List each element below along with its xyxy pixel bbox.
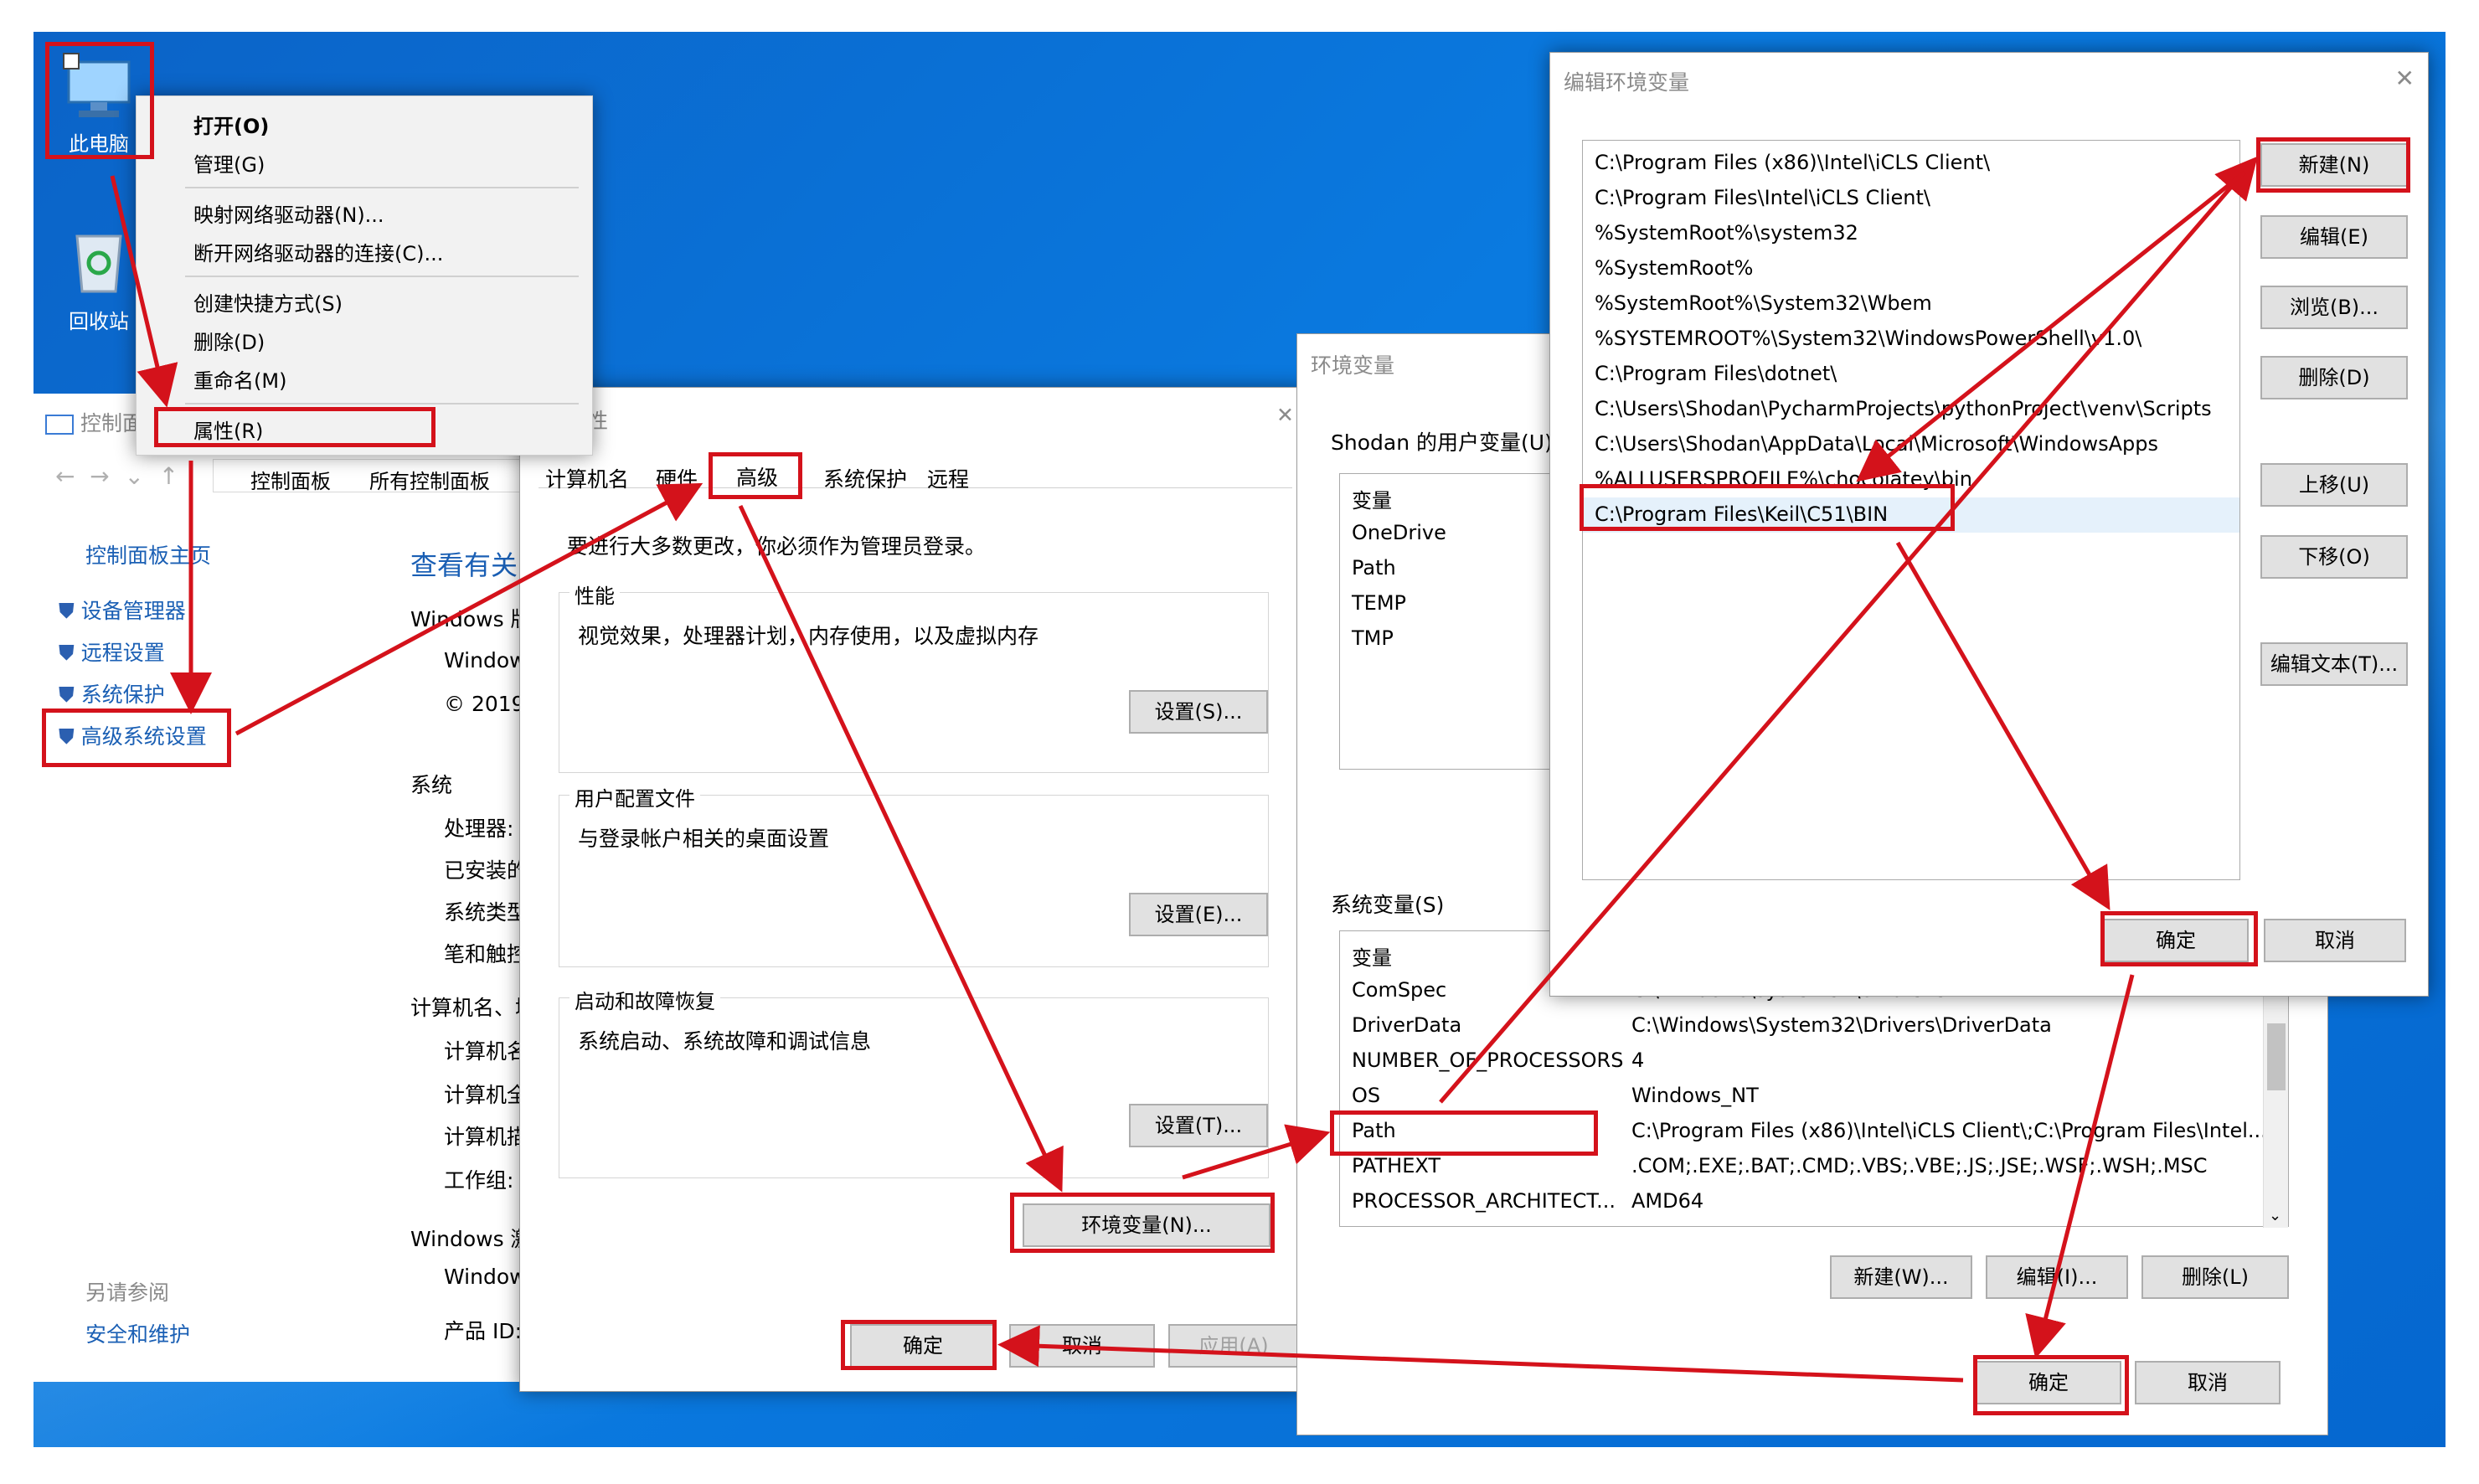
arrow [1439, 156, 2258, 1104]
arrow [738, 504, 1064, 1193]
arrow [1856, 171, 2246, 482]
screenshot: 此电脑 回收站 控制面 ← → ⌄ ↑ 控制面板 所有控制面板 控制面板主页 ⛊… [0, 0, 2479, 1484]
arrow [110, 175, 178, 408]
annotation-arrows [110, 156, 2258, 1383]
arrow [234, 482, 704, 736]
arrow [1895, 541, 2110, 910]
arrow [997, 1325, 1964, 1383]
arrow [1182, 1124, 1331, 1180]
arrow [2025, 974, 2135, 1359]
